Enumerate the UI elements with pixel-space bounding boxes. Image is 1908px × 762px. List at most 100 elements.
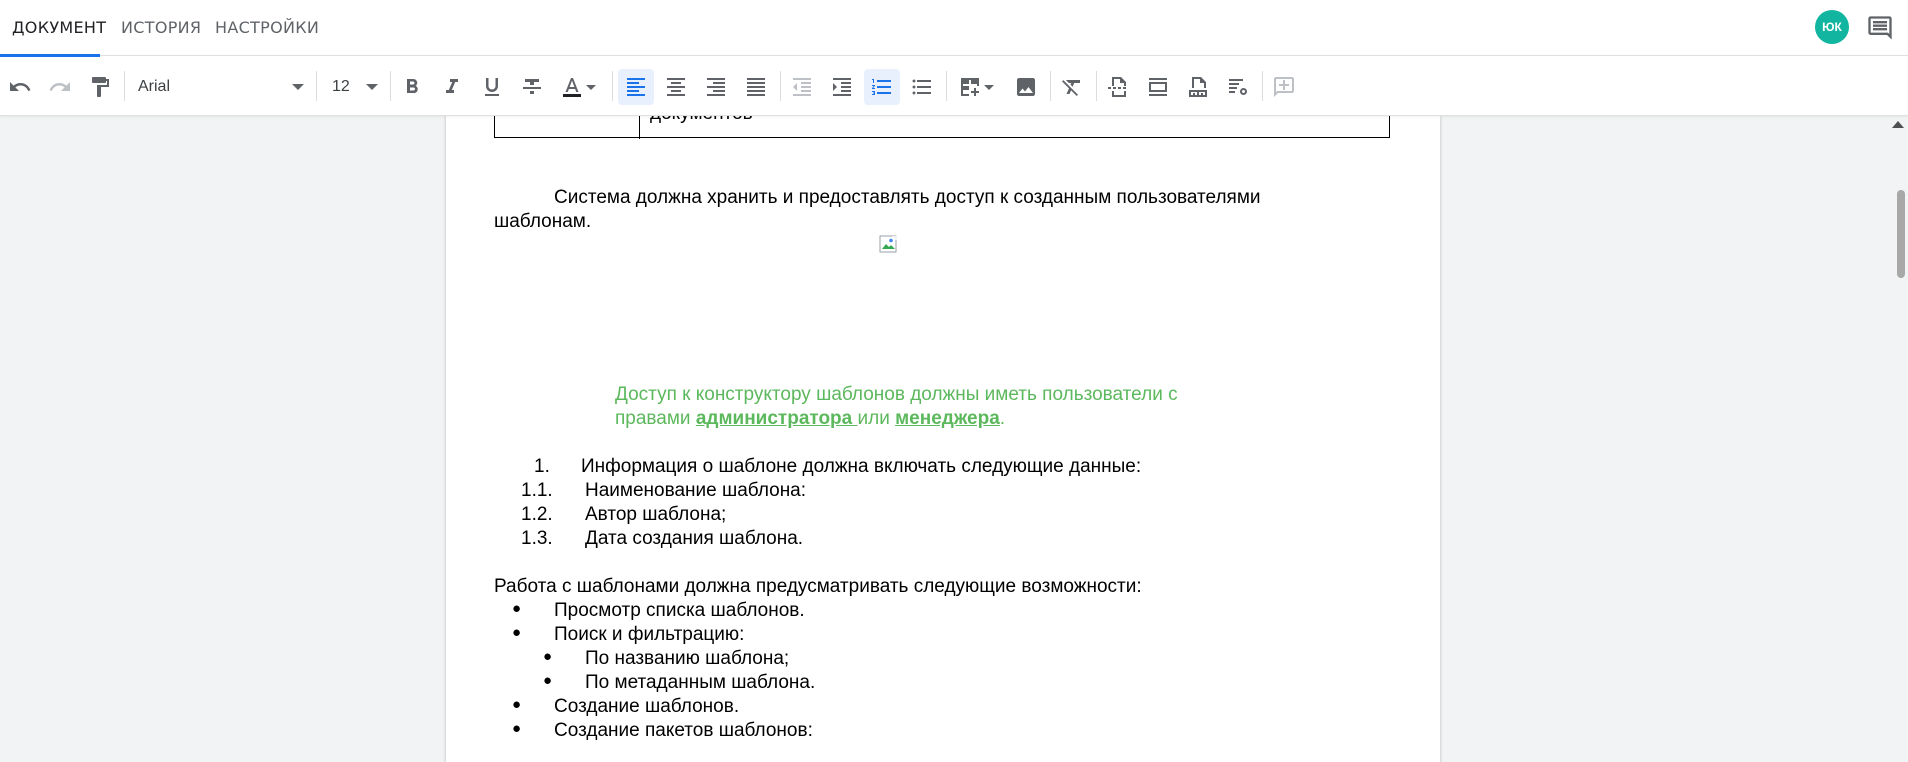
redo-button[interactable] [42, 69, 78, 105]
paint-format-icon [92, 77, 109, 97]
scroll-up-arrow[interactable] [1892, 121, 1904, 128]
paragraph-line-2[interactable]: шаблонам. [494, 211, 591, 233]
header-footer-button[interactable] [1140, 69, 1176, 105]
access-note-suffix: . [999, 408, 1006, 429]
bullet-icon: ● [543, 648, 553, 665]
toolbar-divider [1050, 71, 1051, 101]
toolbar-divider [390, 71, 391, 101]
tab-document[interactable]: ДОКУМЕНТ [0, 0, 106, 57]
access-note-or: или [857, 408, 896, 429]
scrollbar-thumb[interactable] [1897, 190, 1905, 278]
table-cell-text[interactable]: документов [650, 116, 753, 125]
bulleted-list-icon [912, 79, 931, 95]
header-footer-icon [1149, 78, 1167, 96]
list-item-number: 1.3. [521, 528, 553, 549]
ruler-button[interactable] [1180, 69, 1216, 105]
indent-decrease-icon [793, 78, 811, 96]
toolbar-divider [124, 71, 125, 101]
chevron-down-icon [366, 84, 378, 90]
tab-settings-label: НАСТРОЙКИ [215, 18, 320, 37]
clear-formatting-icon [1062, 80, 1080, 96]
list-item[interactable]: По метаданным шаблона. [585, 672, 815, 694]
access-note-line-2: правами администратора или менеджера. [615, 408, 1005, 430]
text-color-button[interactable] [554, 69, 602, 105]
bullet-icon: ● [543, 672, 553, 689]
role-manager: менеджера [895, 408, 1000, 429]
align-center-button[interactable] [658, 69, 694, 105]
image-icon [1017, 78, 1035, 96]
font-family-value: Arial [138, 78, 171, 95]
bold-icon [407, 79, 418, 93]
list-item[interactable]: По названию шаблона; [585, 648, 789, 670]
bulleted-list-button[interactable] [904, 69, 940, 105]
align-left-icon [627, 78, 645, 96]
list-item-number: 1. [534, 456, 550, 477]
table-button[interactable] [952, 69, 1000, 105]
italic-icon [446, 79, 458, 93]
list-item-number: 1.1. [521, 480, 553, 501]
table-icon [961, 78, 979, 96]
page-break-icon [1108, 77, 1126, 97]
strikethrough-button[interactable] [514, 69, 550, 105]
indent-increase-icon [833, 78, 851, 96]
table-column-divider [639, 116, 640, 139]
toolbar-divider [780, 71, 781, 101]
document-settings-icon [1229, 79, 1247, 95]
tab-history[interactable]: ИСТОРИЯ [121, 0, 201, 56]
list-item[interactable]: Наименование шаблона: [585, 480, 806, 502]
redo-icon [49, 82, 70, 91]
document-page[interactable]: документов Система должна хранить и пред… [446, 116, 1440, 762]
numbered-list-button[interactable] [864, 69, 900, 105]
toolbar-divider [946, 71, 947, 101]
indent-decrease-button[interactable] [784, 69, 820, 105]
toolbar-divider [612, 71, 613, 101]
list-item[interactable]: Создание шаблонов. [554, 696, 739, 718]
tab-history-label: ИСТОРИЯ [121, 18, 202, 37]
underline-button[interactable] [474, 69, 510, 105]
text-color-icon [563, 78, 581, 97]
list-item[interactable]: Автор шаблона; [585, 504, 726, 526]
document-workspace[interactable]: документов Система должна хранить и пред… [0, 116, 1908, 762]
avatar[interactable]: ЮК [1815, 10, 1849, 44]
font-size-value: 12 [332, 78, 350, 95]
align-justify-button[interactable] [738, 69, 774, 105]
bullet-icon: ● [512, 624, 522, 641]
bullet-icon: ● [512, 600, 522, 617]
list-item[interactable]: Поиск и фильтрацию: [554, 624, 744, 646]
paint-format-button[interactable] [82, 69, 118, 105]
comments-icon[interactable] [1866, 14, 1894, 42]
role-administrator: администратора [695, 408, 858, 429]
list-item[interactable]: Информация о шаблоне должна включать сле… [581, 456, 1141, 478]
add-comment-button[interactable] [1266, 69, 1302, 105]
undo-button[interactable] [2, 69, 38, 105]
chevron-down-icon [292, 84, 304, 90]
align-right-button[interactable] [698, 69, 734, 105]
strikethrough-icon [523, 79, 541, 94]
broken-image-icon[interactable] [879, 234, 899, 254]
paragraph-line-1[interactable]: Система должна хранить и предоставлять д… [554, 187, 1261, 209]
list-item-number: 1.2. [521, 504, 553, 525]
add-comment-icon [1274, 77, 1294, 97]
tab-settings[interactable]: НАСТРОЙКИ [215, 0, 319, 56]
list-item[interactable]: Дата создания шаблона. [585, 528, 803, 550]
document-settings-button[interactable] [1220, 69, 1256, 105]
indent-increase-button[interactable] [824, 69, 860, 105]
toolbar-divider [1262, 71, 1263, 101]
document-table[interactable]: документов [494, 116, 1390, 139]
undo-icon [10, 82, 31, 91]
page-break-button[interactable] [1100, 69, 1136, 105]
insert-image-button[interactable] [1008, 69, 1044, 105]
clear-formatting-button[interactable] [1054, 69, 1090, 105]
list-item[interactable]: Просмотр списка шаблонов. [554, 600, 805, 622]
underline-icon [485, 78, 499, 96]
font-family-select[interactable]: Arial [138, 71, 288, 103]
chevron-down-icon [984, 84, 994, 90]
capabilities-heading[interactable]: Работа с шаблонами должна предусматриват… [494, 576, 1142, 598]
toolbar-divider [316, 71, 317, 101]
chevron-down-icon [586, 84, 596, 90]
italic-button[interactable] [434, 69, 470, 105]
list-item[interactable]: Создание пакетов шаблонов: [554, 720, 813, 742]
bold-button[interactable] [394, 69, 430, 105]
formatting-toolbar: Arial 12 [0, 57, 1908, 116]
align-left-button[interactable] [618, 69, 654, 105]
